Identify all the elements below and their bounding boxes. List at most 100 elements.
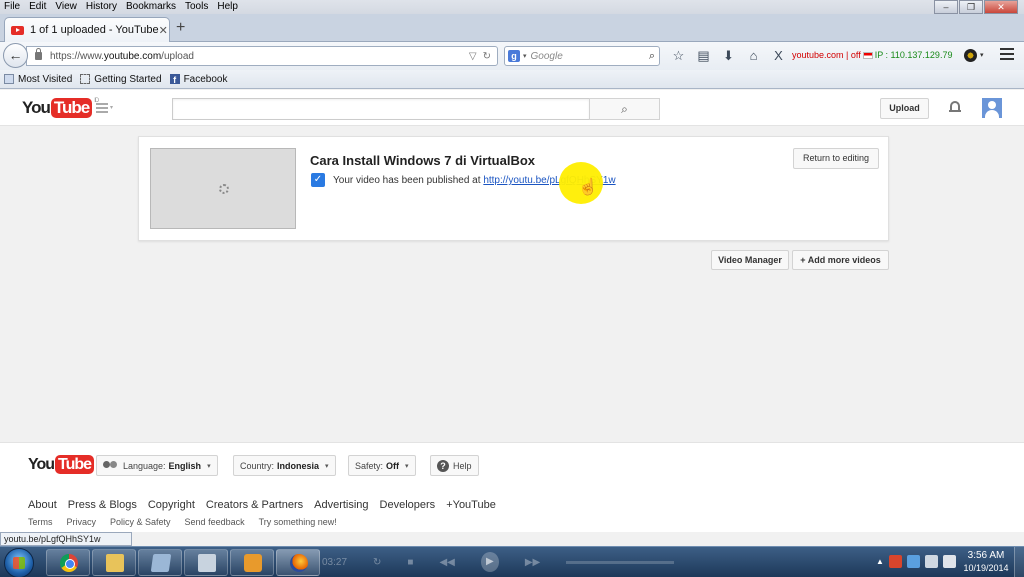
engine-caret-icon[interactable]: ▾	[523, 52, 527, 60]
navigation-bar: https://www.youtube.com/upload ▽ ↻ ← g ▾…	[0, 42, 1024, 70]
facebook-icon: f	[169, 74, 180, 85]
restore-button[interactable]: ❐	[959, 0, 983, 14]
tab-close-icon[interactable]: ✕	[159, 24, 168, 37]
add-more-videos-button[interactable]: + Add more videos	[792, 250, 889, 270]
next-icon[interactable]: ▶▶	[525, 557, 540, 568]
upload-button[interactable]: Upload	[880, 98, 929, 119]
safety-mode-button[interactable]: Safety: Off ▾	[348, 455, 416, 476]
footer-link-plus-youtube[interactable]: +YouTube	[446, 499, 496, 511]
media-time: 03:27	[322, 556, 348, 568]
minimize-button[interactable]: –	[934, 0, 958, 14]
youtube-search-button[interactable]: ⌕	[589, 98, 660, 120]
extension-caret-icon[interactable]: ▾	[980, 51, 984, 59]
reload-icon[interactable]: ↻	[483, 51, 491, 62]
url-bar[interactable]: https://www.youtube.com/upload ▽ ↻	[26, 46, 498, 66]
guide-caret-icon[interactable]: ▾	[110, 104, 113, 111]
menu-history[interactable]: History	[82, 0, 122, 14]
bookmark-getting-started[interactable]: Getting Started	[80, 73, 162, 85]
chrome-icon	[60, 554, 78, 572]
help-button[interactable]: ? Help	[430, 455, 479, 476]
footer-link-privacy[interactable]: Privacy	[67, 517, 97, 527]
back-button[interactable]: ←	[3, 43, 28, 68]
footer-youtube-logo[interactable]: You Tube	[28, 455, 95, 474]
menu-edit[interactable]: Edit	[25, 0, 51, 14]
windows-taskbar: 03:27 ↻ ■ ◀◀ ▶ ▶▶ ▲ 3:56 AM 10/19/2014	[0, 546, 1024, 577]
country-value: Indonesia	[277, 460, 320, 471]
loop-icon[interactable]: ↻	[373, 557, 381, 568]
tray-network-icon[interactable]	[924, 555, 938, 568]
start-button[interactable]	[4, 548, 34, 577]
taskbar-virtualbox[interactable]	[138, 549, 182, 576]
show-desktop-button[interactable]	[1014, 547, 1024, 577]
menu-tools[interactable]: Tools	[181, 0, 213, 14]
menu-help[interactable]: Help	[213, 0, 243, 14]
taskbar-firefox[interactable]	[276, 549, 320, 576]
stop-icon[interactable]: ■	[407, 557, 413, 568]
taskbar-explorer[interactable]	[92, 549, 136, 576]
home-icon[interactable]: ⌂	[741, 47, 766, 65]
safety-value: Off	[386, 460, 400, 471]
footer-link-feedback[interactable]: Send feedback	[185, 517, 245, 527]
notifications-bell-icon[interactable]	[949, 100, 961, 114]
tray-volume-icon[interactable]	[942, 555, 956, 568]
footer-link-developers[interactable]: Developers	[380, 499, 436, 511]
search-icon: ⌕	[621, 102, 628, 116]
taskbar-network[interactable]	[184, 549, 228, 576]
folder-icon	[106, 554, 124, 572]
tray-expand-icon[interactable]: ▲	[876, 555, 884, 568]
language-picker-button[interactable]: Language: English ▾	[96, 455, 218, 476]
search-icon[interactable]: ⌕	[649, 50, 655, 63]
hand-cursor-icon: ☝	[578, 179, 598, 196]
bookmark-most-visited[interactable]: Most Visited	[4, 74, 72, 85]
video-manager-button[interactable]: Video Manager	[711, 250, 789, 270]
hamburger-menu-icon[interactable]	[1000, 48, 1014, 62]
bookmark-label: Getting Started	[94, 73, 162, 85]
url-history-caret-icon[interactable]: ▽	[469, 51, 477, 62]
footer-link-about[interactable]: About	[28, 499, 57, 511]
footer-link-copyright[interactable]: Copyright	[148, 499, 195, 511]
country-picker-button[interactable]: Country: Indonesia ▾	[233, 455, 336, 476]
downloads-icon[interactable]: ⬇	[716, 47, 741, 65]
published-prefix: Your video has been published at	[333, 175, 484, 186]
search-bar[interactable]: g ▾ Google ⌕	[504, 46, 660, 66]
extension-x-icon[interactable]: X	[766, 47, 791, 65]
footer-link-terms[interactable]: Terms	[28, 517, 53, 527]
return-to-editing-button[interactable]: Return to editing	[793, 148, 879, 169]
new-tab-button[interactable]: +	[176, 20, 185, 36]
volume-slider[interactable]	[566, 560, 674, 564]
taskbar-clock[interactable]: 3:56 AM 10/19/2014	[960, 550, 1012, 574]
tray-flag-icon[interactable]	[888, 555, 902, 568]
menu-bookmarks[interactable]: Bookmarks	[122, 0, 181, 14]
proxy-addon-status[interactable]: youtube.com | off IP : 110.137.129.79	[792, 50, 952, 60]
previous-icon[interactable]: ◀◀	[439, 557, 454, 568]
guide-menu-icon[interactable]	[96, 103, 108, 115]
footer-link-press[interactable]: Press & Blogs	[68, 499, 137, 511]
published-checkbox[interactable]: ✓	[311, 173, 325, 187]
menu-view[interactable]: View	[51, 0, 82, 14]
tray-app-icon[interactable]	[906, 555, 920, 568]
taskbar-media-player[interactable]	[230, 549, 274, 576]
google-engine-icon[interactable]: g	[508, 50, 520, 62]
menu-file[interactable]: File	[0, 0, 25, 14]
taskbar-chrome[interactable]	[46, 549, 90, 576]
footer-link-advertising[interactable]: Advertising	[314, 499, 368, 511]
safety-prefix: Safety:	[355, 460, 384, 471]
bookmark-star-icon[interactable]: ☆	[666, 47, 691, 65]
youtube-logo[interactable]: You Tube ID	[22, 98, 99, 118]
bookmark-facebook[interactable]: f Facebook	[169, 74, 227, 85]
addon-state: off	[850, 50, 861, 60]
footer-link-try-new[interactable]: Try something new!	[259, 517, 337, 527]
window-controls: – ❐ ✕	[933, 0, 1018, 14]
avatar[interactable]	[982, 98, 1002, 118]
youtube-search-input[interactable]	[172, 98, 589, 120]
play-icon[interactable]: ▶	[480, 552, 499, 572]
logo-you: You	[22, 98, 51, 117]
url-text[interactable]: https://www.youtube.com/upload	[50, 51, 469, 62]
bookmarks-list-icon[interactable]: ▤	[691, 47, 716, 65]
tab-youtube-upload[interactable]: 1 of 1 uploaded - YouTube ✕	[4, 17, 170, 42]
extension-gauge-icon[interactable]	[964, 49, 977, 62]
search-placeholder[interactable]: Google	[531, 51, 649, 62]
footer-link-creators[interactable]: Creators & Partners	[206, 499, 303, 511]
close-window-button[interactable]: ✕	[984, 0, 1018, 14]
footer-link-policy[interactable]: Policy & Safety	[110, 517, 171, 527]
